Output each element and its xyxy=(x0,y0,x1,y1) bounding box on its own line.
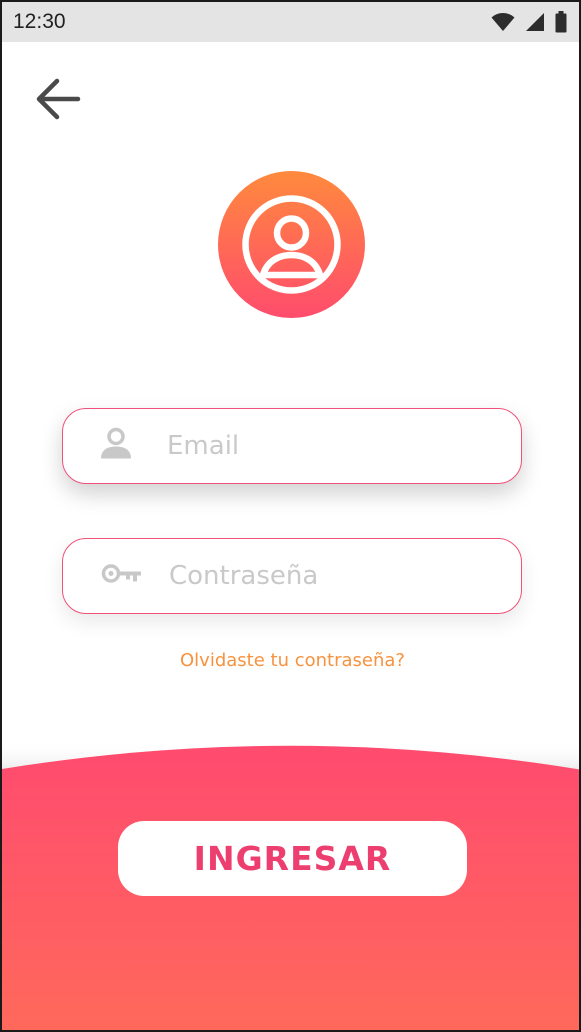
avatar xyxy=(218,171,365,318)
back-button[interactable] xyxy=(30,76,86,122)
email-field[interactable] xyxy=(62,408,522,484)
status-icons xyxy=(491,11,567,38)
user-circle-icon xyxy=(242,195,341,294)
battery-icon xyxy=(555,11,567,38)
email-input[interactable] xyxy=(167,409,497,483)
password-field[interactable] xyxy=(62,538,522,614)
person-icon xyxy=(99,427,133,466)
signal-icon xyxy=(525,12,545,37)
arrow-left-icon xyxy=(36,78,81,120)
forgot-password-link[interactable]: Olvidaste tu contraseña? xyxy=(2,650,579,671)
login-screen: 12:30 Email Olvidaste tu contraseña? ING… xyxy=(0,0,581,1032)
wifi-icon xyxy=(491,12,515,37)
key-icon xyxy=(101,562,143,591)
login-button[interactable]: INGRESAR xyxy=(118,821,467,896)
status-bar: 12:30 xyxy=(2,2,579,42)
password-input[interactable] xyxy=(169,539,499,613)
status-time: 12:30 xyxy=(13,10,66,33)
